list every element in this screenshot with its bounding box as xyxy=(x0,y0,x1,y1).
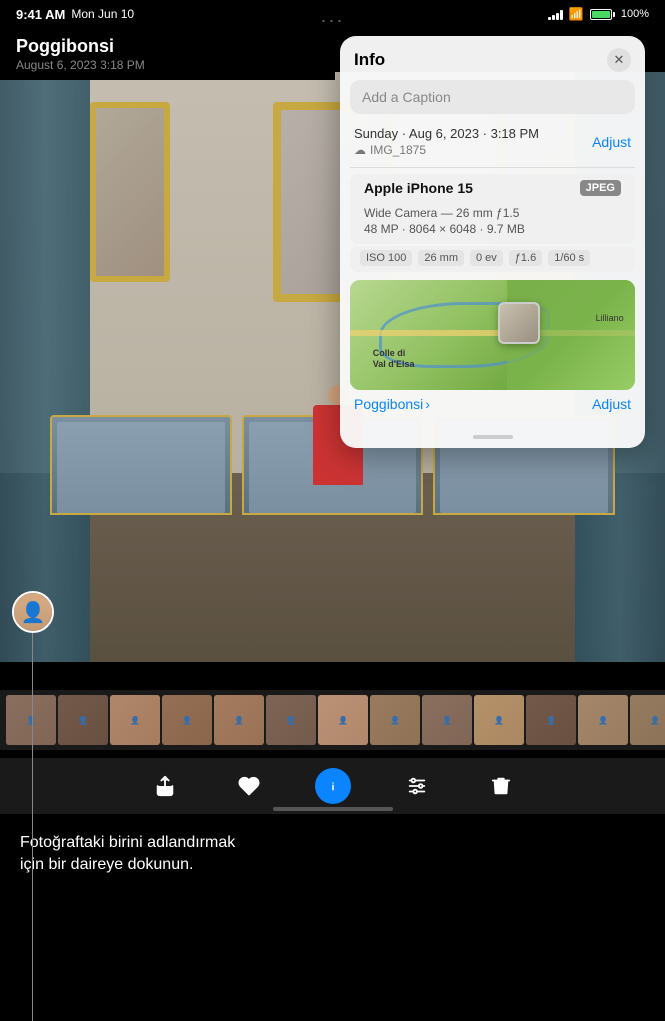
film-thumb[interactable]: 👤 xyxy=(370,695,420,745)
film-thumb[interactable]: 👤 xyxy=(266,695,316,745)
status-time: 9:41 AM xyxy=(16,7,65,22)
info-panel-header: Info ✕ xyxy=(340,36,645,80)
status-date: Mon Jun 10 xyxy=(71,7,134,21)
info-device-name: Apple iPhone 15 xyxy=(364,180,473,196)
caption-line2: için bir daireye dokunun. xyxy=(20,854,645,876)
info-button[interactable] xyxy=(315,768,351,804)
exif-iso: ISO 100 xyxy=(360,250,412,266)
film-thumb[interactable]: 👤 xyxy=(578,695,628,745)
battery-icon xyxy=(590,9,615,20)
map-right-label: Lilliano xyxy=(596,313,624,323)
info-camera-details: 48 MP · 8064 × 6048 · 9.7 MB xyxy=(364,222,621,236)
info-panel: Info ✕ Add a Caption Sunday · Aug 6, 202… xyxy=(340,36,645,448)
film-thumb[interactable]: 👤 xyxy=(58,695,108,745)
info-camera-row: Wide Camera — 26 mm ƒ1.5 48 MP · 8064 × … xyxy=(350,202,635,244)
info-panel-title: Info xyxy=(354,50,385,70)
heart-button[interactable] xyxy=(231,768,267,804)
caption-area: Fotoğraftaki birini adlandırmak için bir… xyxy=(0,820,665,889)
face-line xyxy=(32,633,33,1021)
info-map[interactable]: Colle di Val d'Elsa Lilliano xyxy=(350,280,635,390)
exif-ev: 0 ev xyxy=(470,250,503,266)
battery-percent: 100% xyxy=(621,8,649,20)
info-meta-left: Sunday · Aug 6, 2023 · 3:18 PM ☁ IMG_187… xyxy=(354,126,539,157)
wifi-icon: 📶 xyxy=(569,7,584,21)
film-thumb[interactable]: 👤 xyxy=(318,695,368,745)
curtain-left xyxy=(0,72,90,662)
film-thumb[interactable]: 👤 xyxy=(422,695,472,745)
info-camera-desc: Wide Camera — 26 mm ƒ1.5 xyxy=(364,206,621,220)
caption-line1: Fotoğraftaki birini adlandırmak xyxy=(20,832,645,854)
home-indicator xyxy=(273,807,393,811)
map-pin xyxy=(498,302,540,344)
status-icons: 📶 100% xyxy=(548,7,649,21)
top-menu-dots[interactable]: ··· xyxy=(321,10,345,31)
exif-shutter: 1/60 s xyxy=(548,250,590,266)
map-adjust-link[interactable]: Adjust xyxy=(592,396,631,412)
signal-icon xyxy=(548,8,563,20)
info-device-row: Apple iPhone 15 JPEG xyxy=(350,174,635,202)
photo-subtitle: August 6, 2023 3:18 PM xyxy=(16,58,319,72)
film-thumb[interactable]: 👤 xyxy=(630,695,665,745)
film-thumb[interactable]: 👤 xyxy=(162,695,212,745)
caption-input-field[interactable]: Add a Caption xyxy=(350,80,635,114)
info-datetime: Sunday · Aug 6, 2023 · 3:18 PM xyxy=(354,126,539,141)
info-adjust-link[interactable]: Adjust xyxy=(592,134,631,150)
film-thumb[interactable]: 👤 xyxy=(6,695,56,745)
film-thumb[interactable]: 👤 xyxy=(214,695,264,745)
exif-aperture: ƒ1.6 xyxy=(509,250,542,266)
map-background: Colle di Val d'Elsa Lilliano xyxy=(350,280,635,390)
info-filename: ☁ IMG_1875 xyxy=(354,143,539,157)
film-strip[interactable]: 👤👤👤👤👤👤👤👤👤👤👤👤👤👤👤👤👤👤👤👤👤👤👤👤👤👤👤👤 xyxy=(0,690,665,750)
photo-title: Poggibonsi xyxy=(16,36,319,57)
film-thumb[interactable]: 👤 xyxy=(474,695,524,745)
adjust-button[interactable] xyxy=(399,768,435,804)
exif-mm: 26 mm xyxy=(418,250,464,266)
jpeg-badge: JPEG xyxy=(580,180,621,196)
trash-button[interactable] xyxy=(483,768,519,804)
map-pin-image xyxy=(500,304,538,342)
map-town-label: Colle di Val d'Elsa xyxy=(373,348,415,370)
film-thumb[interactable]: 👤 xyxy=(526,695,576,745)
info-map-bottom: Poggibonsi › Adjust xyxy=(340,390,645,420)
film-thumb[interactable]: 👤 xyxy=(110,695,160,745)
info-divider-1 xyxy=(350,167,635,168)
sofa-left xyxy=(50,415,232,515)
mirror-left xyxy=(90,102,170,282)
face-icon: 👤 xyxy=(14,593,52,631)
cloud-icon: ☁ xyxy=(354,143,366,157)
info-drag-handle xyxy=(340,420,645,448)
face-badge[interactable]: 👤 xyxy=(12,591,54,633)
location-link[interactable]: Poggibonsi › xyxy=(354,396,430,412)
bottom-toolbar xyxy=(0,758,665,814)
info-close-button[interactable]: ✕ xyxy=(607,48,631,72)
info-meta-row: Sunday · Aug 6, 2023 · 3:18 PM ☁ IMG_187… xyxy=(340,122,645,161)
drag-bar xyxy=(473,435,513,439)
info-exif-row: ISO 100 26 mm 0 ev ƒ1.6 1/60 s xyxy=(350,246,635,272)
share-button[interactable] xyxy=(147,768,183,804)
photo-header: Poggibonsi August 6, 2023 3:18 PM xyxy=(0,28,335,80)
